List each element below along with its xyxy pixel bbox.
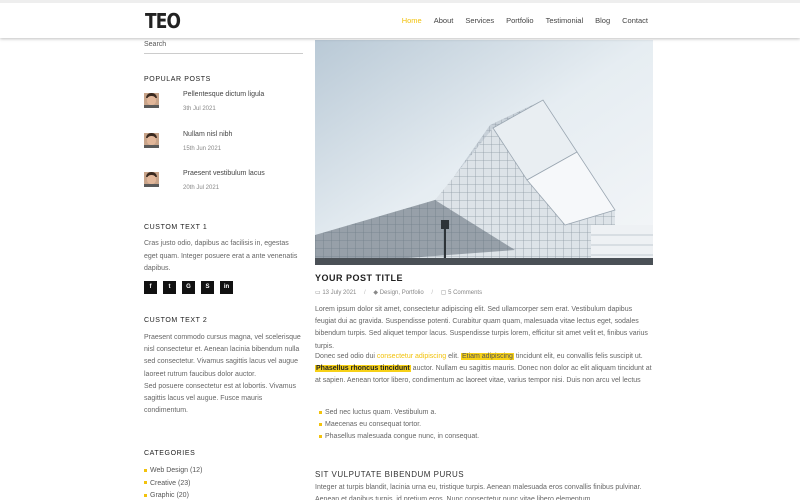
nav-testimonial[interactable]: Testimonial (546, 16, 584, 25)
logo[interactable]: TEO (145, 9, 181, 33)
tag-icon: ◆ (373, 290, 379, 296)
post-paragraph: Lorem ipsum dolor sit amet, consectetur … (315, 306, 648, 350)
custom-text-2-body: Praesent commodo cursus magna, vel scele… (144, 332, 306, 417)
social-links: f t G S in (144, 281, 233, 294)
post-bullet-list: Sed nec luctus quam. Vestibulum a. Maece… (315, 407, 479, 443)
nav-blog[interactable]: Blog (595, 16, 610, 25)
facebook-icon[interactable]: f (144, 281, 157, 294)
highlighted-text: Etiam adipiscing (460, 353, 514, 360)
category-item[interactable]: Graphic (20) (144, 490, 202, 500)
popular-post-date: 15th Jun 2021 (183, 146, 222, 152)
list-item: Sed nec luctus quam. Vestibulum a. (315, 407, 479, 419)
post-hero-image (315, 40, 653, 265)
text-span: Donec sed odio dui (315, 353, 377, 360)
main-nav: Home About Services Portfolio Testimonia… (390, 16, 648, 25)
nav-portfolio[interactable]: Portfolio (506, 16, 534, 25)
bullet-icon (144, 468, 147, 472)
custom-text-2-paragraph: Praesent commodo cursus magna, vel scele… (144, 334, 301, 378)
search-input[interactable]: Search (144, 38, 303, 54)
category-label[interactable]: Graphic (20) (150, 492, 189, 499)
post-paragraph: Donec sed odio dui consectetur adipiscin… (315, 351, 653, 388)
section-paragraph: Integer at turpis blandit, lacinia urna … (315, 484, 642, 500)
skype-icon[interactable]: S (201, 281, 214, 294)
post-meta: ▭ 13 July 2021 / ◆ Design, Portfolio / ▢… (315, 289, 482, 296)
text-span: tincidunt elit, eu convallis felis susci… (513, 353, 643, 360)
custom-text-1-body: Cras justo odio, dapibus ac facilisis in… (144, 240, 298, 272)
custom-text-2-heading: CUSTOM TEXT 2 (144, 317, 208, 324)
bullet-icon (144, 493, 147, 497)
highlighted-bold-text: Phasellus rhoncus tincidunt (315, 365, 411, 373)
building-photo (315, 40, 653, 265)
nav-services[interactable]: Services (465, 16, 494, 25)
comment-icon: ▢ (440, 290, 447, 296)
popular-posts-heading: POPULAR POSTS (144, 76, 211, 83)
section-heading: SIT VULPUTATE BIBENDUM PURUS (315, 470, 465, 479)
category-label[interactable]: Creative (23) (150, 480, 190, 487)
nav-contact[interactable]: Contact (622, 16, 648, 25)
linkedin-icon[interactable]: in (220, 281, 233, 294)
post-thumbnail[interactable] (144, 172, 159, 187)
twitter-icon[interactable]: t (163, 281, 176, 294)
category-label[interactable]: Web Design (12) (150, 467, 202, 474)
popular-post-date: 20th Jul 2021 (183, 185, 220, 191)
meta-separator: / (364, 290, 366, 296)
list-item: Maecenas eu consequat tortor. (315, 419, 479, 431)
sidebar: Search POPULAR POSTS Pellentesque dictum… (144, 38, 303, 499)
popular-post[interactable]: Pellentesque dictum ligula 3th Jul 2021 (144, 91, 303, 121)
category-item[interactable]: Web Design (12) (144, 465, 202, 478)
categories-list: Web Design (12) Creative (23) Graphic (2… (144, 465, 202, 500)
popular-post[interactable]: Nullam nisl nibh 15th Jun 2021 (144, 131, 303, 161)
post-title[interactable]: YOUR POST TITLE (315, 273, 403, 283)
popular-post-date: 3th Jul 2021 (183, 106, 216, 112)
list-item: Phasellus malesuada congue nunc, in cons… (315, 431, 479, 443)
post-comments[interactable]: 5 Comments (448, 290, 482, 296)
nav-about[interactable]: About (434, 16, 454, 25)
popular-post-title[interactable]: Nullam nisl nibh (183, 131, 232, 138)
post-tags[interactable]: Design, Portfolio (380, 290, 424, 296)
post-thumbnail[interactable] (144, 93, 159, 108)
categories-heading: CATEGORIES (144, 450, 196, 457)
popular-post[interactable]: Praesent vestibulum lacus 20th Jul 2021 (144, 170, 303, 200)
top-navbar: TEO Home About Services Portfolio Testim… (0, 0, 800, 38)
nav-home[interactable]: Home (402, 16, 422, 25)
custom-text-2-paragraph: Sed posuere consectetur est at lobortis.… (144, 382, 297, 415)
meta-separator: / (431, 290, 434, 296)
calendar-icon: ▭ (315, 290, 321, 296)
google-icon[interactable]: G (182, 281, 195, 294)
text-span: elit. (446, 353, 461, 360)
post-thumbnail[interactable] (144, 133, 159, 148)
post-date: 13 July 2021 (322, 290, 357, 296)
category-item[interactable]: Creative (23) (144, 478, 202, 491)
bullet-icon (144, 481, 147, 485)
popular-post-title[interactable]: Pellentesque dictum ligula (183, 91, 264, 98)
inline-link[interactable]: consectetur adipiscing (377, 353, 446, 360)
popular-post-title[interactable]: Praesent vestibulum lacus (183, 170, 265, 177)
custom-text-1-heading: CUSTOM TEXT 1 (144, 224, 208, 231)
